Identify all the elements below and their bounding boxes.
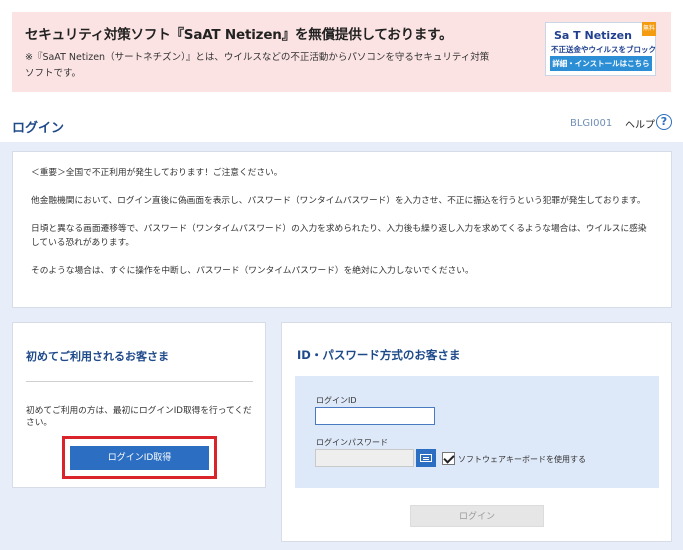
saat-netizen-logo[interactable]: Sa T Netizen 不正送金やウイルスをブロック 詳細・インストールはこち…: [545, 22, 656, 76]
help-link[interactable]: ヘルプ: [625, 116, 655, 131]
login-password-input[interactable]: [315, 449, 414, 467]
notice-line: 日頃と異なる画面遷移等で、パスワード（ワンタイムパスワード）の入力を求められたり…: [31, 224, 647, 248]
first-time-description: 初めてご利用の方は、最初にログインID取得を行ってください。: [26, 406, 252, 428]
login-id-input[interactable]: [315, 407, 435, 425]
security-notice: ＜重要＞全国で不正利用が発生しております！ご注意ください。 他金融機関において、…: [12, 151, 672, 308]
get-login-id-button[interactable]: ログインID取得: [70, 446, 209, 470]
saat-logo-name: Sa T Netizen: [554, 29, 632, 42]
software-keyboard-button[interactable]: [416, 449, 436, 467]
saat-install-button[interactable]: 詳細・インストールはこちら: [550, 56, 652, 71]
banner-description: ※『SaAT Netizen（サートネチズン）』とは、ウイルスなどの不正活動から…: [25, 52, 490, 79]
saat-logo-tagline: 不正送金やウイルスをブロック: [551, 45, 656, 54]
page-title: ログイン: [12, 121, 65, 136]
screen-id: BLGI001: [570, 118, 613, 129]
keyboard-icon: [420, 454, 432, 462]
software-keyboard-checkbox[interactable]: [442, 452, 455, 465]
login-password-label: ログインパスワード: [316, 438, 388, 447]
saat-netizen-banner: セキュリティ対策ソフト『SaAT Netizen』を無償提供しております。 ※『…: [12, 12, 671, 92]
login-id-label: ログインID: [316, 396, 357, 405]
notice-line: 他金融機関において、ログイン直後に偽画面を表示し、パスワード（ワンタイムパスワー…: [31, 196, 646, 206]
login-button[interactable]: ログイン: [410, 505, 544, 527]
notice-line: ＜重要＞全国で不正利用が発生しております！ご注意ください。: [31, 168, 283, 178]
banner-title: セキュリティ対策ソフト『SaAT Netizen』を無償提供しております。: [25, 27, 453, 43]
notice-line: そのような場合は、すぐに操作を中断し、パスワード（ワンタイムパスワード）を絶対に…: [31, 266, 474, 276]
divider: [26, 381, 253, 382]
help-icon[interactable]: ?: [656, 114, 672, 130]
login-form: [295, 376, 659, 488]
free-ribbon-badge: 無料: [642, 22, 656, 36]
login-heading: ID・パスワード方式のお客さま: [297, 348, 461, 362]
first-time-heading: 初めてご利用されるお客さま: [26, 350, 169, 363]
software-keyboard-label: ソフトウェアキーボードを使用する: [458, 455, 586, 464]
